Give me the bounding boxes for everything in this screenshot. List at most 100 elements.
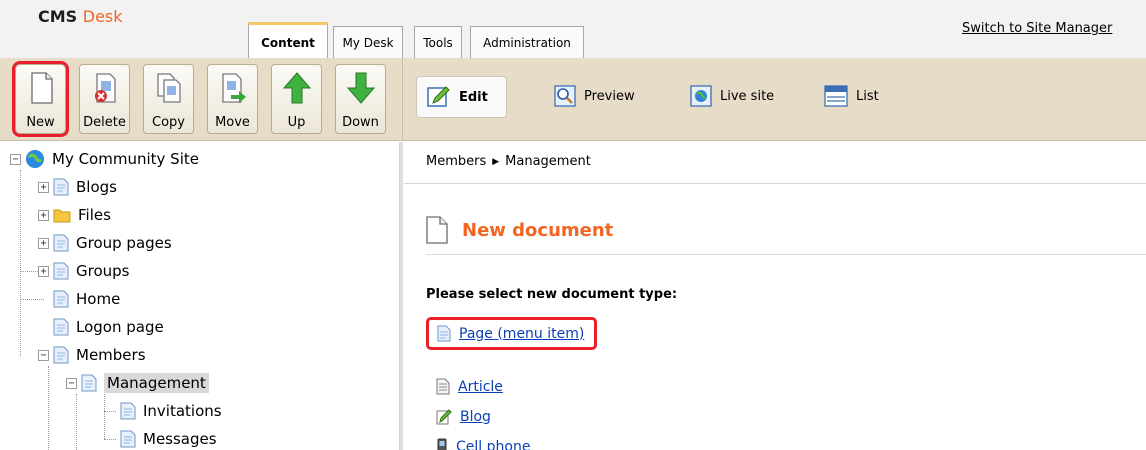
tree-item-label: Invitations <box>143 402 222 420</box>
live-site-view-label: Live site <box>720 88 775 104</box>
tree-item-home[interactable]: Home <box>53 288 120 310</box>
tree-item-files[interactable]: + Files <box>38 204 111 226</box>
move-button[interactable]: Move <box>207 64 258 134</box>
page-title-text: New document <box>462 219 614 241</box>
page-icon <box>53 178 69 196</box>
content-tree: − My Community Site + Blogs + Files + Gr… <box>0 142 400 450</box>
page-icon <box>120 402 136 420</box>
preview-view-button[interactable]: Preview <box>554 80 635 112</box>
tab-content[interactable]: Content <box>248 22 328 58</box>
page-icon <box>53 262 69 280</box>
copy-document-icon <box>157 73 181 103</box>
new-document-icon <box>31 72 53 104</box>
pencil-edit-icon <box>427 86 450 107</box>
arrow-down-icon <box>346 72 376 104</box>
doc-type-blog[interactable]: Blog <box>436 408 491 425</box>
copy-button[interactable]: Copy <box>143 64 194 134</box>
tree-item-label: Group pages <box>76 234 172 252</box>
tree-item-label: Files <box>78 206 111 224</box>
tree-connector <box>104 411 116 412</box>
action-toolbar: New Delete Copy Move Up Down Edit Previe… <box>0 58 1146 141</box>
tree-item-management[interactable]: − Management <box>66 372 209 394</box>
tab-administration[interactable]: Administration <box>470 26 584 58</box>
tree-item-group-pages[interactable]: + Group pages <box>38 232 172 254</box>
cell-phone-icon <box>437 438 447 450</box>
doc-type-article[interactable]: Article <box>436 378 503 395</box>
doc-type-link[interactable]: Article <box>458 379 503 395</box>
tree-root-label: My Community Site <box>52 150 199 168</box>
list-view-label: List <box>856 88 879 104</box>
edit-view-button[interactable]: Edit <box>416 76 507 118</box>
pane-splitter[interactable] <box>399 142 403 450</box>
doc-type-page-menu-item[interactable]: Page (menu item) <box>426 317 598 350</box>
divider <box>426 254 1146 255</box>
tree-connector <box>104 439 116 440</box>
new-button-label: New <box>26 115 55 130</box>
up-button-label: Up <box>287 115 306 130</box>
brand-desk-text: Desk <box>82 7 123 26</box>
list-view-icon <box>824 85 848 107</box>
page-title: New document <box>426 216 613 244</box>
delete-document-icon <box>95 73 116 103</box>
doc-type-link[interactable]: Page (menu item) <box>459 326 584 342</box>
move-document-icon <box>222 73 246 103</box>
page-icon <box>81 374 97 392</box>
down-button[interactable]: Down <box>335 64 386 134</box>
page-icon <box>53 290 69 308</box>
page-icon <box>53 346 69 364</box>
up-button[interactable]: Up <box>271 64 322 134</box>
blog-pencil-icon <box>436 409 452 425</box>
tree-item-logon-page[interactable]: Logon page <box>53 316 164 338</box>
tree-item-label: Management <box>104 373 209 393</box>
app-header: CMS Desk Content My Desk Tools Administr… <box>0 0 1146 58</box>
tab-tools[interactable]: Tools <box>414 26 462 58</box>
document-actions: New Delete Copy Move Up Down <box>0 58 403 141</box>
new-button[interactable]: New <box>12 61 69 137</box>
collapse-icon[interactable]: − <box>66 377 77 389</box>
tree-connector <box>104 394 105 439</box>
breadcrumb-separator-icon: ▶ <box>492 157 500 167</box>
doc-type-link[interactable]: Blog <box>460 409 491 425</box>
tree-connector <box>20 170 21 356</box>
breadcrumb-current: Management <box>505 154 591 169</box>
globe-live-icon <box>690 85 712 107</box>
brand-cms-text: CMS <box>38 7 78 26</box>
switch-to-site-manager-link[interactable]: Switch to Site Manager <box>962 21 1112 36</box>
list-view-button[interactable]: List <box>824 80 879 112</box>
tree-connector <box>20 299 44 300</box>
delete-button-label: Delete <box>83 115 126 130</box>
down-button-label: Down <box>342 115 379 130</box>
breadcrumb: Members ▶ Management <box>404 142 1146 184</box>
arrow-up-icon <box>282 72 312 104</box>
tree-item-messages[interactable]: Messages <box>120 428 217 450</box>
tree-root-node[interactable]: − My Community Site <box>10 148 199 170</box>
tab-my-desk[interactable]: My Desk <box>333 26 403 58</box>
tree-item-label: Logon page <box>76 318 164 336</box>
collapse-icon[interactable]: − <box>38 349 49 361</box>
expand-icon[interactable]: + <box>38 209 49 221</box>
delete-button[interactable]: Delete <box>79 64 130 134</box>
tree-item-blogs[interactable]: + Blogs <box>38 176 117 198</box>
copy-button-label: Copy <box>152 115 185 130</box>
preview-view-label: Preview <box>584 88 635 104</box>
expand-icon[interactable]: + <box>38 237 49 249</box>
live-site-view-button[interactable]: Live site <box>690 80 774 112</box>
edit-view-label: Edit <box>459 89 488 105</box>
expand-icon[interactable]: + <box>38 265 49 277</box>
tree-item-label: Blogs <box>76 178 117 196</box>
globe-site-icon <box>26 150 44 168</box>
tree-item-invitations[interactable]: Invitations <box>120 400 222 422</box>
tree-item-groups[interactable]: + Groups <box>38 260 129 282</box>
doc-type-link[interactable]: Cell phone <box>456 439 530 450</box>
expand-icon[interactable]: + <box>38 181 49 193</box>
folder-icon <box>53 209 71 223</box>
tree-item-label: Members <box>76 346 146 364</box>
tree-item-members[interactable]: − Members <box>38 344 146 366</box>
doc-type-cell-phone[interactable]: Cell phone <box>436 438 530 450</box>
collapse-icon[interactable]: − <box>10 153 21 165</box>
page-icon <box>53 318 69 336</box>
article-icon <box>436 378 450 395</box>
content-pane: Members ▶ Management New document Please s… <box>404 142 1146 450</box>
breadcrumb-item[interactable]: Members <box>426 154 486 169</box>
tree-connector <box>76 394 77 450</box>
